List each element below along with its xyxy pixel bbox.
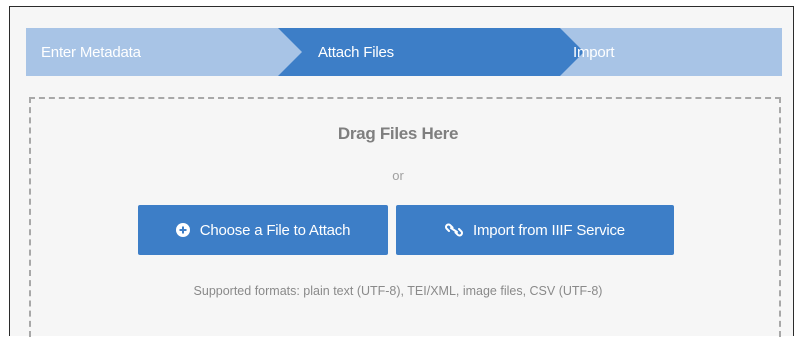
- import-iiif-button[interactable]: Import from IIIF Service: [396, 205, 674, 255]
- link-icon: [445, 223, 464, 237]
- plus-circle-icon: [175, 223, 190, 237]
- import-iiif-label: Import from IIIF Service: [473, 221, 625, 239]
- supported-formats-text: Supported formats: plain text (UTF-8), T…: [193, 284, 603, 298]
- step-attach-files[interactable]: Attach Files: [318, 28, 394, 76]
- drag-files-heading: Drag Files Here: [337, 124, 459, 143]
- step-label: Attach Files: [318, 43, 394, 61]
- step-enter-metadata[interactable]: Enter Metadata: [41, 28, 141, 76]
- choose-file-button[interactable]: Choose a File to Attach: [138, 205, 388, 255]
- step-label: Enter Metadata: [41, 43, 141, 61]
- step-import[interactable]: Import: [573, 28, 615, 76]
- import-steps-bar: Enter Metadata Attach Files Import: [26, 28, 782, 76]
- choose-file-label: Choose a File to Attach: [199, 221, 351, 239]
- or-separator: or: [392, 168, 404, 183]
- step-label: Import: [573, 43, 615, 61]
